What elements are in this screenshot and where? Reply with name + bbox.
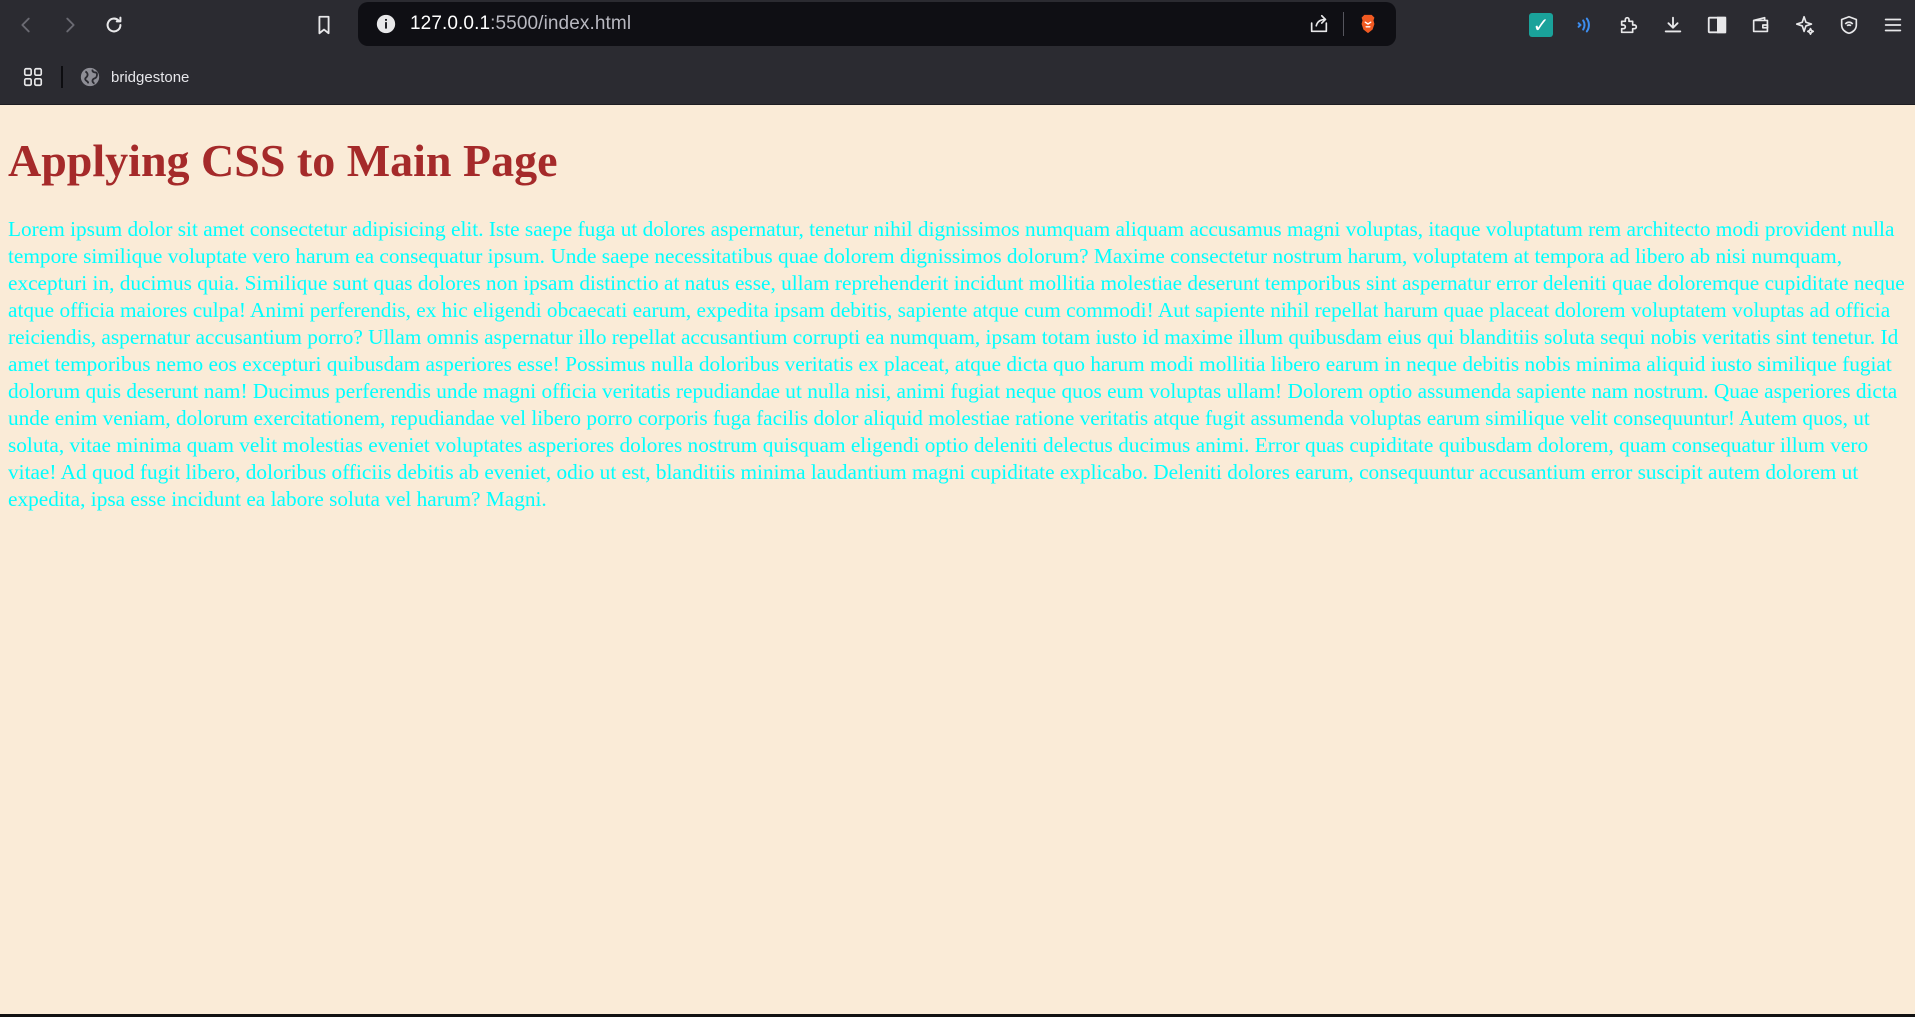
url-host: 127.0.0.1 [410, 13, 491, 34]
hamburger-menu-icon[interactable] [1875, 7, 1911, 43]
extension-toolbar: ✓ [1523, 7, 1911, 43]
vpn-shield-icon[interactable] [1831, 7, 1867, 43]
speech-extension-icon[interactable] [1567, 7, 1603, 43]
wallet-icon[interactable] [1743, 7, 1779, 43]
globe-icon [80, 67, 100, 87]
divider [1343, 12, 1344, 36]
page-heading: Applying CSS to Main Page [8, 135, 558, 186]
bookmarks-divider [61, 66, 63, 88]
puzzle-icon[interactable] [1611, 7, 1647, 43]
address-bar[interactable]: 127.0.0.1:5500/index.html [358, 2, 1396, 46]
reload-icon[interactable] [96, 7, 132, 43]
arrow-left-icon[interactable] [8, 7, 44, 43]
navigation-buttons [8, 7, 132, 43]
share-icon[interactable] [1301, 6, 1337, 42]
browser-window: 127.0.0.1:5500/index.html ✓ bridgestone … [0, 0, 1915, 1017]
sidebar-icon[interactable] [1699, 7, 1735, 43]
apps-grid-icon[interactable] [15, 59, 51, 95]
ai-sparkle-icon[interactable] [1787, 7, 1823, 43]
info-icon[interactable] [368, 6, 404, 42]
bookmark-icon[interactable] [306, 7, 342, 43]
url-text[interactable]: 127.0.0.1:5500/index.html [410, 13, 631, 35]
bookmarks-bar: bridgestone [0, 50, 1915, 105]
brave-lion-icon[interactable] [1350, 6, 1386, 42]
arrow-right-icon[interactable] [52, 7, 88, 43]
address-bar-actions [1301, 6, 1386, 42]
page-viewport: Applying CSS to Main Page Lorem ipsum do… [0, 105, 1915, 1014]
browser-toolbar: 127.0.0.1:5500/index.html ✓ [0, 0, 1915, 50]
bookmark-label: bridgestone [111, 68, 190, 86]
url-path: :5500/index.html [490, 13, 632, 34]
bookmark-item-bridgestone[interactable]: bridgestone [79, 66, 189, 88]
page-paragraph: Lorem ipsum dolor sit amet consectetur a… [8, 216, 1905, 511]
download-icon[interactable] [1655, 7, 1691, 43]
checkmark-extension-icon[interactable]: ✓ [1523, 7, 1559, 43]
